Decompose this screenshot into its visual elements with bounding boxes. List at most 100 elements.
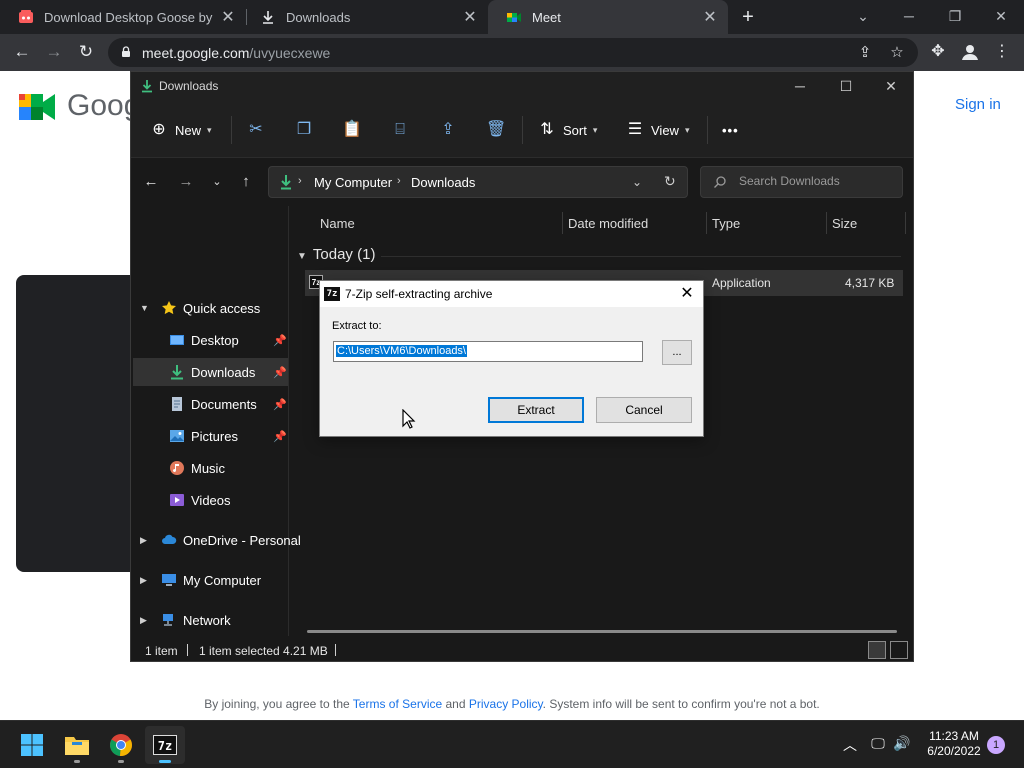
recent-locations-button[interactable]: ⌄ (205, 170, 229, 194)
new-button[interactable]: ⊕ New ▾ (149, 118, 211, 142)
up-button[interactable]: ↑ (234, 170, 258, 194)
explorer-address-row: ← → ⌄ ↑ › My Computer › Downloads ⌄ ↻ (131, 158, 913, 206)
tab-downloads[interactable]: Downloads ✕ (242, 0, 488, 34)
search-input[interactable] (739, 174, 897, 188)
volume-icon[interactable]: 🔊 (891, 735, 913, 752)
cancel-button[interactable]: Cancel (596, 397, 692, 423)
sort-button[interactable]: ⇅ Sort ▾ (537, 118, 597, 142)
terms-notice: By joining, you agree to the Terms of Se… (0, 697, 1024, 711)
column-header-name[interactable]: Name (320, 216, 355, 231)
tab-desktop-goose[interactable]: Download Desktop Goose by sam ✕ (0, 0, 246, 34)
column-header-type[interactable]: Type (712, 216, 740, 231)
browser-toolbar: ← → ↻ meet.google.com/uvyuecxewe ⇪ ☆ ✥ ⋮ (0, 34, 1024, 71)
start-button[interactable] (12, 726, 52, 764)
nav-music[interactable]: Music (133, 454, 288, 482)
rename-button[interactable]: ⌸ (390, 118, 410, 142)
nav-label: Quick access (183, 300, 261, 316)
tab-search-icon[interactable]: ⌄ (840, 0, 886, 34)
taskbar-file-explorer[interactable] (57, 726, 97, 764)
view-button[interactable]: ☰ View ▾ (625, 118, 690, 142)
column-header-size[interactable]: Size (832, 216, 857, 231)
breadcrumb-downloads[interactable]: Downloads (411, 175, 475, 190)
close-icon[interactable]: ✕ (672, 282, 702, 306)
forward-button[interactable]: → (39, 38, 69, 66)
show-hidden-icons-chevron-icon[interactable]: ︿ (839, 735, 861, 755)
nav-documents[interactable]: Documents 📌 (133, 390, 288, 418)
sign-in-link[interactable]: Sign in (955, 96, 1001, 113)
maximize-button[interactable]: ☐ (823, 72, 869, 102)
tiles-view-icon[interactable] (890, 641, 908, 659)
clock[interactable]: 11:23 AM 6/20/2022 (918, 729, 990, 759)
nav-videos[interactable]: Videos (133, 486, 288, 514)
bookmark-star-icon[interactable]: ☆ (888, 44, 906, 62)
column-separator[interactable] (826, 212, 827, 234)
close-window-button[interactable]: ✕ (978, 0, 1024, 34)
dialog-title-bar[interactable]: 7z 7-Zip self-extracting archive ✕ (320, 281, 703, 307)
document-icon (172, 397, 182, 411)
terms-of-service-link[interactable]: Terms of Service (353, 697, 442, 711)
search-box[interactable] (700, 166, 903, 198)
share-button[interactable]: ⇪ (438, 118, 458, 142)
back-button[interactable]: ← (7, 38, 37, 66)
delete-button[interactable]: 🗑 (486, 118, 506, 142)
pin-icon: 📌 (273, 366, 287, 379)
extract-path-value: C:\Users\VM6\Downloads\ (336, 345, 467, 357)
nav-downloads[interactable]: Downloads 📌 (133, 358, 288, 386)
nav-desktop[interactable]: Desktop 📌 (133, 326, 288, 354)
explorer-title-bar[interactable]: Downloads ─ ☐ ✕ (131, 72, 913, 102)
chevron-down-icon[interactable]: ⌄ (632, 175, 642, 189)
back-button[interactable]: ← (139, 170, 163, 194)
paste-button[interactable]: 📋 (342, 118, 362, 142)
explorer-command-bar: ⊕ New ▾ ✂ ❐ 📋 ⌸ ⇪ 🗑 ⇅ Sort ▾ ☰ View ▾ ••… (131, 102, 913, 158)
copy-button[interactable]: ❐ (294, 118, 314, 142)
see-more-button[interactable]: ••• (722, 118, 739, 142)
minimize-button[interactable]: ─ (886, 0, 932, 34)
notification-badge[interactable]: 1 (987, 736, 1005, 754)
taskbar-7zip[interactable]: 7z (145, 726, 185, 764)
details-view-icon[interactable] (868, 641, 886, 659)
group-header-today[interactable]: ▼ Today (1) (297, 246, 375, 263)
address-bar[interactable]: meet.google.com/uvyuecxewe ⇪ ☆ (108, 38, 918, 67)
terms-text: and (445, 697, 466, 711)
column-separator[interactable] (562, 212, 563, 234)
separator (522, 116, 523, 144)
explorer-address-bar[interactable]: › My Computer › Downloads ⌄ ↻ (268, 166, 688, 198)
privacy-policy-link[interactable]: Privacy Policy (469, 697, 543, 711)
column-separator[interactable] (706, 212, 707, 234)
column-separator[interactable] (905, 212, 906, 234)
forward-button[interactable]: → (174, 170, 198, 194)
running-indicator (118, 760, 124, 763)
browse-button[interactable]: ... (662, 340, 692, 365)
nav-quick-access[interactable]: ▼ Quick access (131, 294, 288, 322)
minimize-button[interactable]: ─ (777, 72, 823, 102)
close-window-button[interactable]: ✕ (868, 72, 914, 102)
reload-button[interactable]: ↻ (71, 38, 101, 66)
pin-icon: 📌 (273, 430, 287, 443)
horizontal-scrollbar[interactable] (307, 630, 897, 633)
tab-meet[interactable]: Meet ✕ (488, 0, 728, 34)
nav-label: Music (191, 460, 225, 476)
close-icon[interactable]: ✕ (698, 7, 722, 27)
network-icon[interactable]: 🖵 (867, 735, 889, 752)
nav-onedrive[interactable]: ▶ OneDrive - Personal (131, 526, 301, 554)
breadcrumb-my-computer[interactable]: My Computer (314, 175, 392, 190)
share-icon[interactable]: ⇪ (856, 44, 874, 62)
extensions-icon[interactable]: ✥ (928, 42, 948, 62)
close-icon[interactable]: ✕ (458, 7, 482, 27)
new-tab-button[interactable]: + (736, 4, 760, 30)
menu-kebab-icon[interactable]: ⋮ (992, 42, 1012, 62)
taskbar-chrome[interactable] (101, 726, 141, 764)
extract-button[interactable]: Extract (488, 397, 584, 423)
nav-pictures[interactable]: Pictures 📌 (133, 422, 288, 450)
column-header-date-modified[interactable]: Date modified (568, 216, 648, 231)
nav-my-computer[interactable]: ▶ My Computer (131, 566, 288, 594)
clipboard-icon: 📋 (342, 121, 362, 138)
extract-path-input[interactable]: C:\Users\VM6\Downloads\ (333, 341, 643, 362)
profile-icon[interactable] (960, 42, 980, 62)
close-icon[interactable]: ✕ (216, 7, 240, 27)
restore-button[interactable]: ❐ (932, 0, 978, 34)
refresh-icon[interactable]: ↻ (664, 173, 676, 190)
nav-label: Network (183, 612, 231, 628)
cut-button[interactable]: ✂ (246, 118, 266, 142)
nav-network[interactable]: ▶ Network (131, 606, 288, 634)
